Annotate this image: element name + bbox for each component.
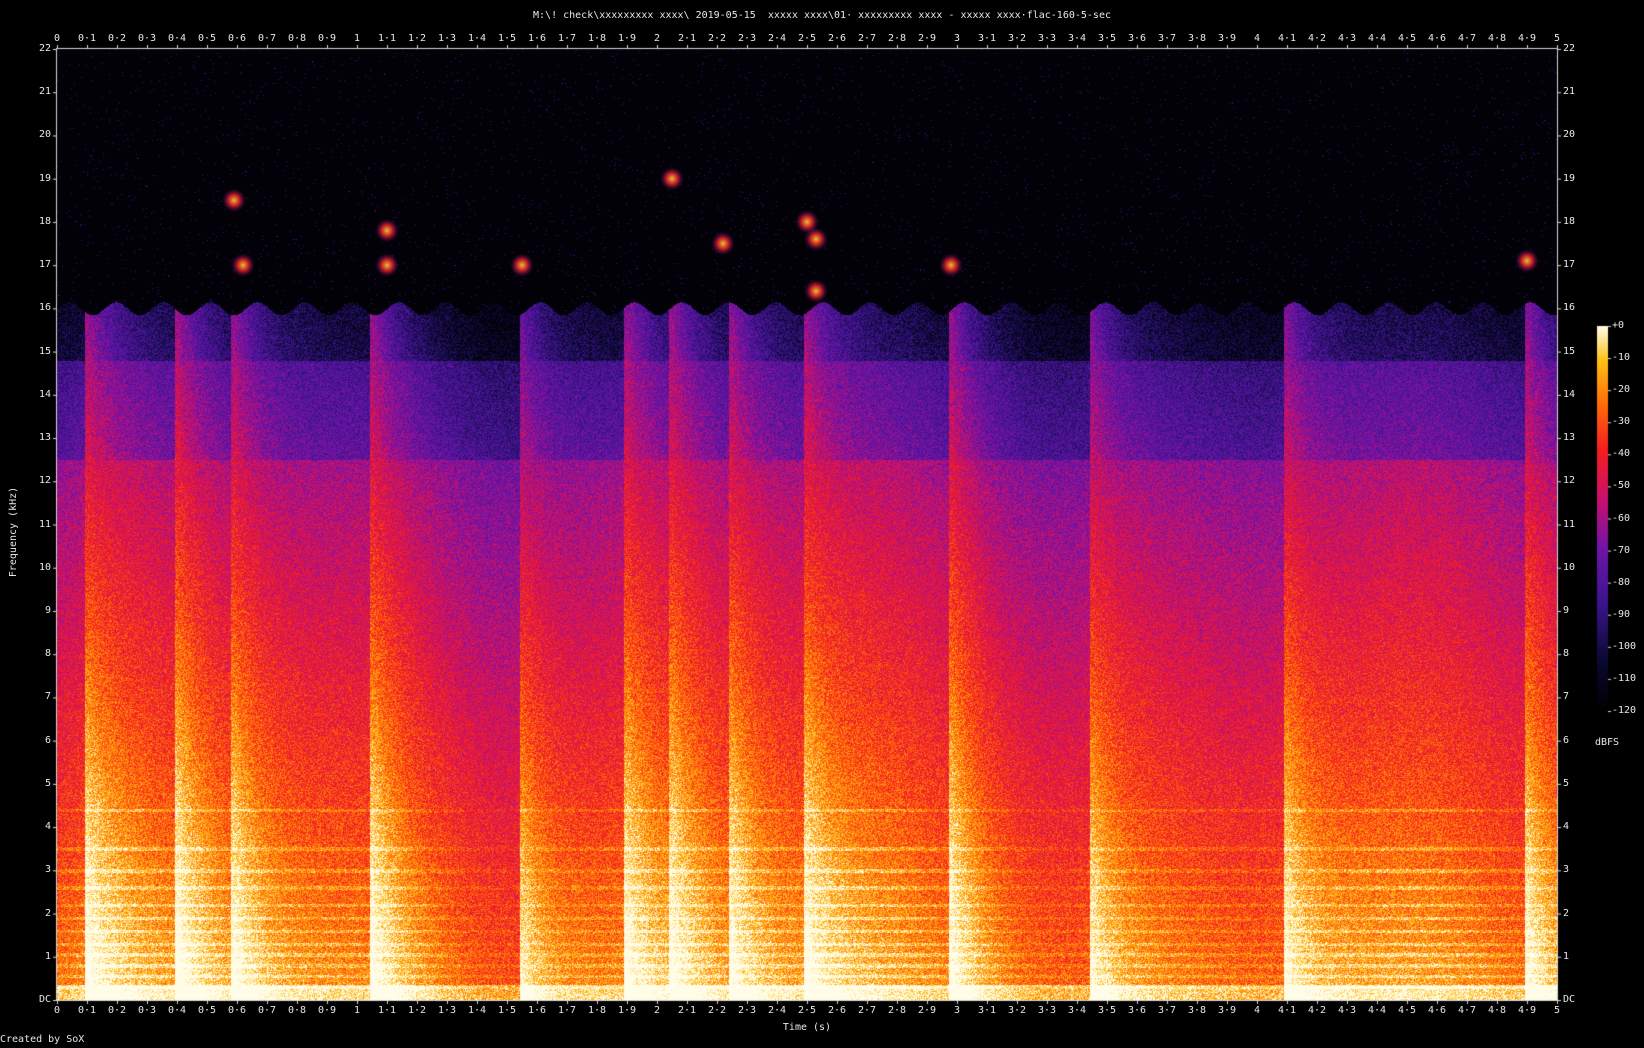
colorbar-tick-label: -80	[1612, 576, 1631, 588]
x-tick-label-bottom: 5	[1553, 1005, 1561, 1016]
y-tick-label-left: 20	[38, 129, 51, 141]
y-tick-label-right: 11	[1563, 518, 1576, 530]
x-axis-label: Time (s)	[782, 1022, 832, 1033]
y-tick-label-left: 15	[38, 345, 51, 357]
y-tick-label-right: 16	[1563, 302, 1576, 314]
colorbar-tick-label: -10	[1612, 352, 1631, 364]
colorbar-tick-label: -60	[1612, 512, 1631, 524]
y-tick-label-right: 6	[1563, 734, 1570, 746]
y-tick-label-right: 18	[1563, 215, 1576, 227]
y-tick-label-left: 12	[38, 475, 51, 487]
colorbar-tick-label: -70	[1612, 544, 1631, 556]
y-tick-label-right: 4	[1563, 821, 1570, 833]
y-tick-label-right: 7	[1563, 691, 1570, 703]
y-tick-label-right: 2	[1563, 907, 1570, 919]
y-tick-label-right: 20	[1563, 129, 1576, 141]
y-tick-label-left: 8	[44, 648, 51, 660]
credit-text: Created by SoX	[0, 1034, 85, 1045]
y-tick-label-right: 1	[1563, 950, 1570, 962]
y-tick-label-right: 17	[1563, 259, 1576, 271]
colorbar-tick-label: -40	[1612, 448, 1631, 460]
y-tick-label-left: 13	[38, 432, 51, 444]
y-tick-label-left: 22	[38, 43, 51, 54]
spectrogram	[0, 0, 1644, 1048]
colorbar-tick-label: -50	[1612, 480, 1631, 492]
y-tick-label-left: DC	[38, 994, 51, 1005]
y-tick-label-right: 21	[1563, 86, 1576, 98]
y-tick-label-right: 12	[1563, 475, 1576, 487]
y-tick-label-left: 18	[38, 215, 51, 227]
colorbar-tick-label: -30	[1612, 416, 1631, 428]
y-tick-label-right: 15	[1563, 345, 1576, 357]
y-tick-label-right: 10	[1563, 561, 1576, 573]
y-tick-label-right: 14	[1563, 388, 1576, 400]
colorbar-label: dBFS	[1595, 737, 1620, 748]
colorbar-tick-label: -90	[1612, 608, 1631, 620]
y-tick-label-right: 5	[1563, 777, 1570, 789]
y-tick-label-right: DC	[1563, 994, 1576, 1005]
y-tick-label-left: 17	[38, 259, 51, 271]
y-tick-label-left: 9	[44, 604, 51, 616]
y-tick-label-left: 1	[44, 950, 51, 962]
y-tick-label-left: 10	[38, 561, 51, 573]
y-tick-label-right: 13	[1563, 432, 1576, 444]
y-tick-label-right: 3	[1563, 864, 1570, 876]
y-tick-label-left: 21	[38, 86, 51, 98]
y-tick-label-left: 5	[44, 777, 51, 789]
y-tick-label-left: 14	[38, 388, 51, 400]
colorbar-tick-label: -110	[1612, 672, 1637, 684]
colorbar-tick-label: -120	[1612, 705, 1637, 716]
y-tick-label-right: 19	[1563, 172, 1576, 184]
y-tick-label-left: 16	[38, 302, 51, 314]
y-tick-label-right: 22	[1563, 43, 1576, 54]
y-tick-label-left: 19	[38, 172, 51, 184]
y-tick-label-right: 8	[1563, 648, 1570, 660]
y-tick-label-left: 4	[44, 821, 51, 833]
y-tick-label-left: 3	[44, 864, 51, 876]
colorbar-tick-label: -100	[1612, 640, 1637, 652]
y-tick-label-left: 7	[44, 691, 51, 703]
colorbar-tick-label: -20	[1612, 384, 1631, 396]
y-tick-label-right: 9	[1563, 604, 1570, 616]
chart-title: M:\! check\xxxxxxxxx xxxx\ 2019-05-15 xx…	[533, 10, 1111, 21]
colorbar-tick-label: +0	[1612, 320, 1625, 331]
y-tick-label-left: 11	[38, 518, 51, 530]
y-tick-label-left: 6	[44, 734, 51, 746]
y-tick-label-left: 2	[44, 907, 51, 919]
